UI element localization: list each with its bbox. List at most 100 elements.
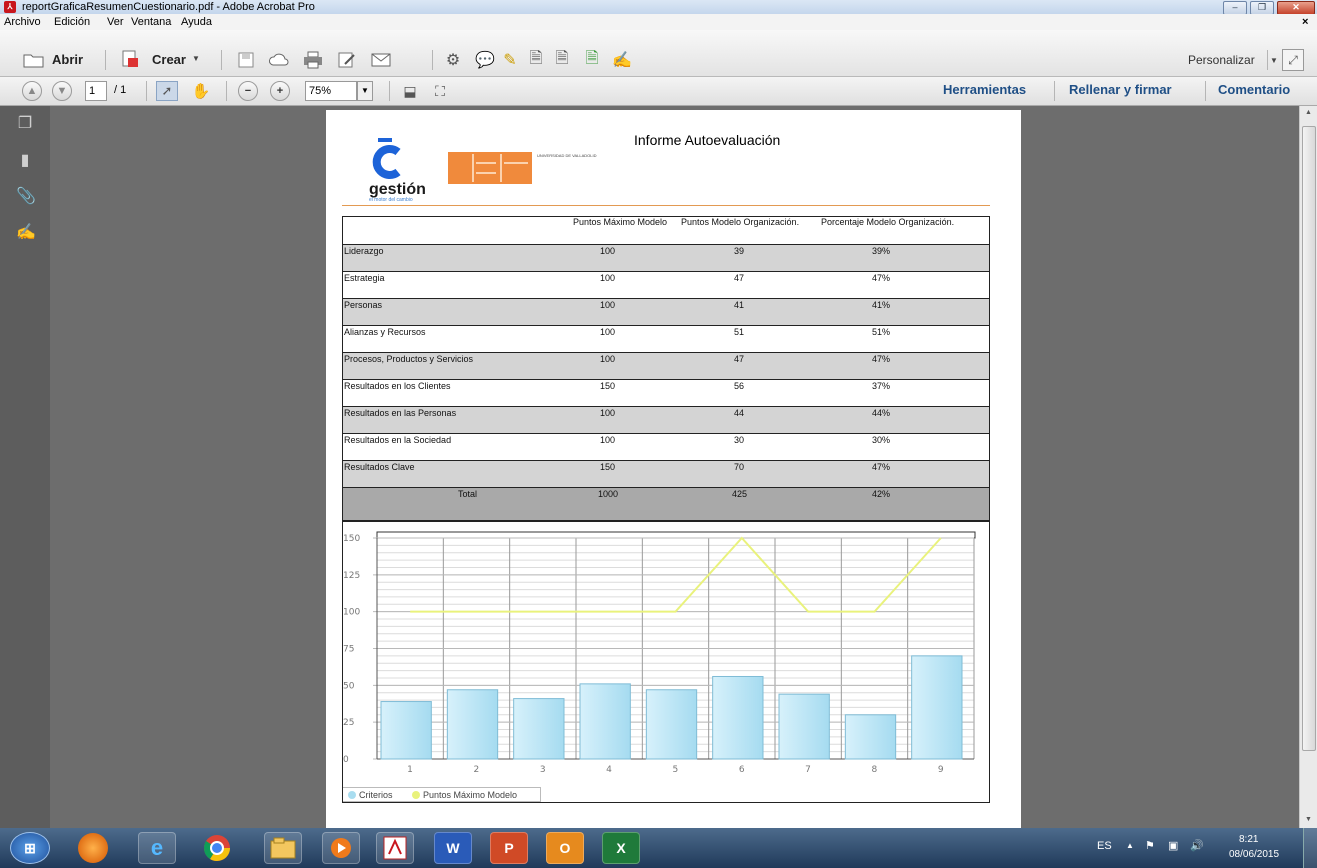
menu-ventana[interactable]: Ventana [131, 15, 171, 29]
table-row: Estrategia 100 47 47% [343, 271, 989, 298]
highlight-icon[interactable]: ✎ [500, 50, 520, 70]
scroll-down-icon[interactable]: ▼ [1305, 816, 1312, 823]
bar-criterios [380, 701, 432, 760]
header-divider [342, 205, 990, 206]
x-tick-label: 3 [540, 765, 546, 775]
bar-criterios [778, 693, 830, 760]
file-explorer-icon[interactable] [264, 832, 302, 864]
attachment-icon[interactable]: 📎 [16, 188, 36, 206]
clock-date[interactable]: 08/06/2015 [1229, 849, 1279, 860]
folder-open-icon[interactable] [22, 50, 46, 70]
outlook-icon[interactable]: O [546, 832, 584, 864]
tools-button[interactable]: Herramientas [943, 82, 1026, 98]
powerpoint-icon[interactable]: P [490, 832, 528, 864]
navigation-panel: ❐ ▮ 📎 ✍ [0, 106, 50, 828]
chevron-down-icon[interactable]: ▼ [357, 81, 373, 101]
show-desktop-button[interactable] [1303, 828, 1317, 868]
row-org: 51 [734, 327, 745, 337]
firefox-icon[interactable] [78, 833, 108, 863]
chevron-down-icon[interactable]: ▼ [192, 54, 200, 63]
open-button[interactable]: Abrir [52, 52, 83, 68]
zoom-level-select[interactable]: 75% [305, 81, 357, 101]
bar-criterios [844, 714, 897, 760]
zoom-in-icon[interactable]: + [270, 81, 290, 101]
fullscreen-icon[interactable]: ⤢ [1282, 49, 1304, 71]
row-name: Resultados en la Sociedad [344, 435, 452, 445]
menu-edicion[interactable]: Edición [54, 15, 90, 29]
menu-ayuda[interactable]: Ayuda [181, 15, 212, 29]
table-row: Resultados en la Sociedad 100 30 30% [343, 433, 989, 460]
scrollbar-thumb[interactable] [1302, 126, 1316, 751]
maximize-button[interactable]: ❐ [1250, 1, 1274, 15]
previous-page-icon[interactable]: ▲ [22, 81, 42, 101]
create-button[interactable]: Crear [152, 52, 186, 68]
minimize-button[interactable]: – [1223, 1, 1247, 15]
results-table: Puntos Máximo Modelo Puntos Modelo Organ… [342, 216, 990, 521]
clock-time[interactable]: 8:21 [1239, 834, 1258, 845]
settings-icon[interactable]: ⚙ [443, 50, 463, 70]
acrobat-taskbar-icon[interactable] [376, 832, 414, 864]
document-search-icon[interactable]: 🗎 [552, 50, 572, 70]
volume-icon[interactable]: 🔊 [1190, 839, 1204, 852]
bar-criterios [579, 683, 631, 760]
comment-bubble-icon[interactable]: 💬 [475, 50, 495, 70]
flag-icon[interactable]: ⚑ [1145, 839, 1155, 852]
page-thumbnails-icon[interactable]: ❐ [16, 115, 34, 133]
row-max: 100 [600, 408, 616, 418]
row-pct: 39% [872, 246, 891, 256]
menu-archivo[interactable]: Archivo [4, 15, 41, 29]
hand-tool-icon[interactable]: ✋ [190, 81, 212, 101]
edit-document-icon[interactable] [336, 50, 358, 70]
scroll-up-icon[interactable]: ▲ [1305, 109, 1312, 116]
total-label: Total [458, 489, 478, 499]
start-button-icon[interactable]: ⊞ [10, 832, 50, 864]
internet-explorer-icon[interactable]: e [138, 832, 176, 864]
fit-width-icon[interactable]: ⛶ [430, 81, 450, 101]
page-number-input[interactable]: 1 [85, 81, 107, 101]
vertical-scrollbar[interactable]: ▲ ▼ [1299, 106, 1317, 828]
word-icon[interactable]: W [434, 832, 472, 864]
zoom-out-icon[interactable]: − [238, 81, 258, 101]
legend-label-criterios: Criterios [359, 790, 393, 800]
excel-icon[interactable]: X [602, 832, 640, 864]
close-document-icon[interactable]: × [1302, 15, 1308, 29]
bookmark-icon[interactable]: ▮ [16, 152, 34, 170]
table-row: Alianzas y Recursos 100 51 51% [343, 325, 989, 352]
create-pdf-icon[interactable] [118, 48, 142, 70]
separator [226, 81, 227, 101]
window-titlebar: ⅄ reportGraficaResumenCuestionario.pdf -… [0, 0, 1317, 15]
print-icon[interactable] [302, 50, 324, 70]
close-button[interactable]: ✕ [1277, 1, 1315, 15]
chevron-down-icon[interactable]: ▼ [1270, 56, 1278, 65]
row-org: 70 [734, 462, 745, 472]
fit-page-icon[interactable]: ⬓ [400, 81, 420, 101]
save-icon[interactable] [236, 50, 256, 70]
row-max: 100 [600, 300, 616, 310]
row-name: Procesos, Productos y Servicios [344, 354, 474, 364]
document-sign-icon[interactable]: ✍ [612, 50, 632, 70]
cloud-upload-icon[interactable] [268, 50, 290, 70]
email-icon[interactable] [370, 50, 392, 70]
chart-container: 0 25 50 75 100 125 150 1 2 3 4 5 6 7 8 9 [342, 521, 990, 803]
document-lock-icon[interactable]: 🗎 [526, 50, 546, 70]
fill-sign-button[interactable]: Rellenar y firmar [1069, 82, 1172, 98]
media-player-icon[interactable] [322, 832, 360, 864]
select-cursor-icon[interactable]: ➚ [156, 81, 178, 101]
menu-ver[interactable]: Ver [107, 15, 124, 29]
acrobat-icon: ⅄ [4, 1, 16, 13]
chrome-icon[interactable] [198, 832, 236, 864]
next-page-icon[interactable]: ▼ [52, 81, 72, 101]
x-tick-label: 9 [938, 765, 944, 775]
document-export-icon[interactable]: 🗎 [582, 50, 602, 70]
customize-button[interactable]: Personalizar [1188, 53, 1255, 67]
network-icon[interactable]: ▣ [1168, 839, 1178, 852]
signature-icon[interactable]: ✍ [16, 224, 36, 242]
legend-swatch-puntos [412, 791, 420, 799]
chart-legend: Criterios Puntos Máximo Modelo [343, 787, 541, 802]
chevron-up-icon[interactable]: ▲ [1126, 841, 1134, 850]
language-indicator[interactable]: ES [1097, 840, 1112, 852]
column-header-org: Puntos Modelo Organización. [681, 217, 800, 227]
comment-button[interactable]: Comentario [1218, 82, 1290, 98]
y-tick-label: 25 [343, 718, 354, 728]
row-max: 150 [600, 462, 616, 472]
